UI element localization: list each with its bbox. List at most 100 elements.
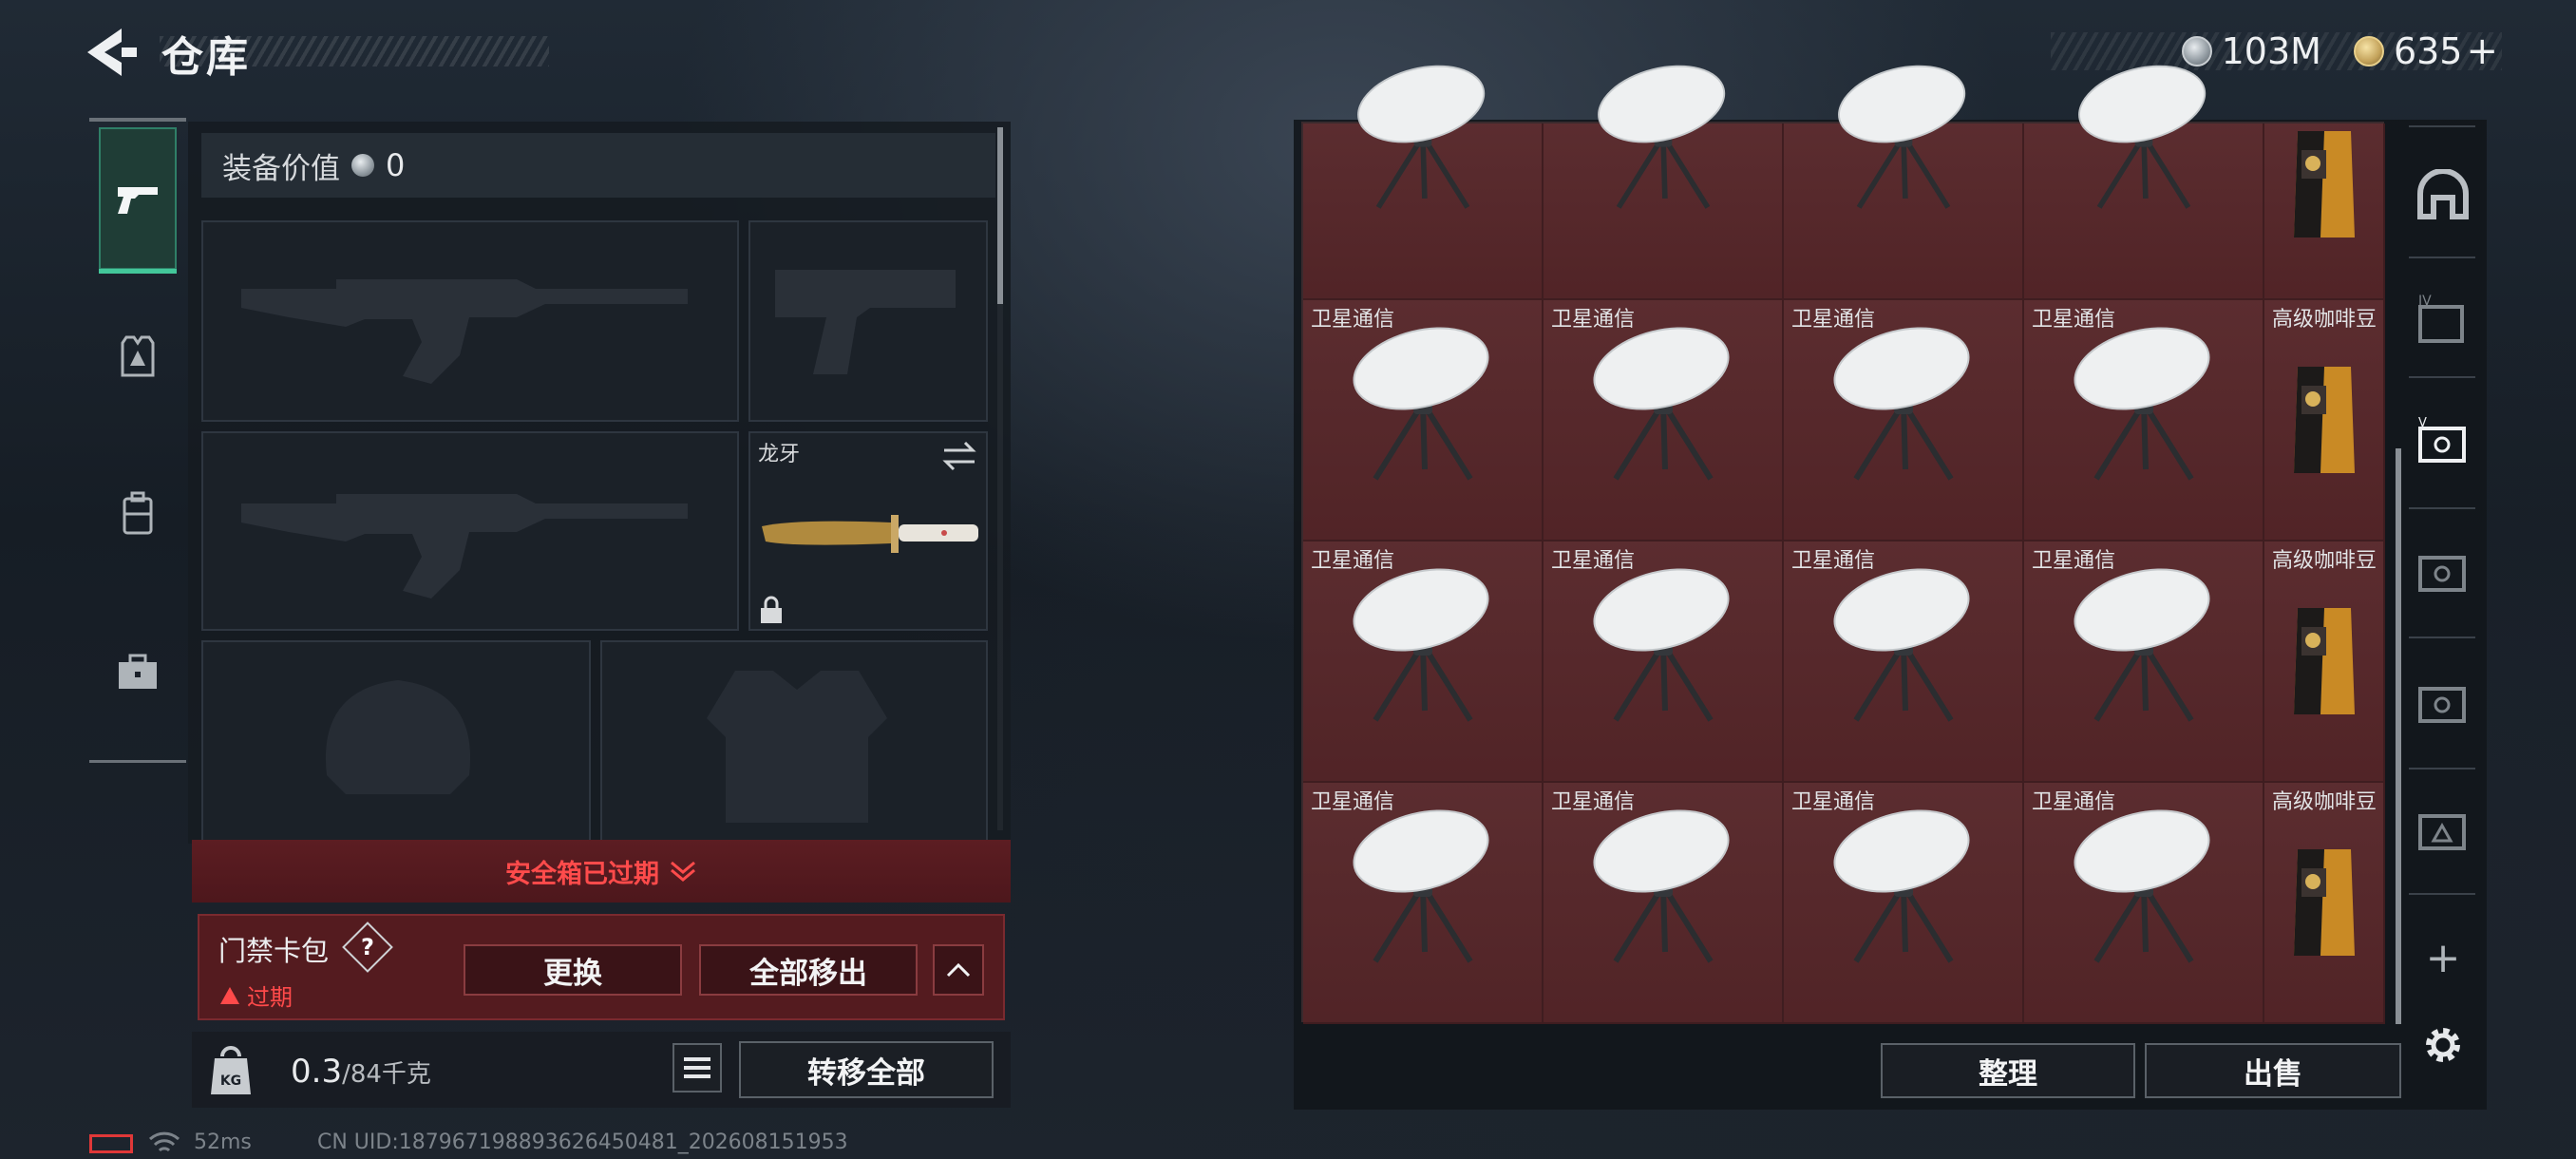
list-view-button[interactable]: [672, 1043, 722, 1092]
swap-icon[interactable]: [940, 439, 978, 473]
equipment-value-label: 装备价值: [222, 151, 340, 186]
coffee-beans-icon: [2293, 131, 2355, 238]
secondary-weapon-slot[interactable]: [201, 431, 739, 631]
satellite-item-cell[interactable]: 卫星通信: [1784, 783, 2024, 1024]
vault-icon: [2417, 169, 2469, 219]
lock-icon: [761, 596, 782, 623]
melee-item-name: 龙牙: [758, 443, 801, 466]
satellite-item-cell[interactable]: 卫星通信: [2024, 300, 2264, 542]
helmet-slot[interactable]: [201, 640, 591, 842]
wifi-icon: [148, 1131, 180, 1152]
sidearm-slot[interactable]: [748, 220, 988, 422]
collapse-button[interactable]: [933, 944, 984, 996]
coffee-item-cell[interactable]: 高级咖啡豆: [2264, 783, 2385, 1024]
satellite-item-cell[interactable]: 卫星通信: [2024, 542, 2264, 783]
page-title: 仓库: [161, 33, 251, 82]
satellite-dish-icon: [1832, 809, 1970, 963]
weight-kg-icon: KG: [211, 1046, 251, 1094]
storage-box-v-icon: [2418, 687, 2466, 723]
nav-case-tab[interactable]: [99, 600, 177, 743]
satellite-item-cell[interactable]: [1784, 65, 2024, 300]
nav-weapon-tab[interactable]: [99, 127, 177, 274]
nav-backpack-tab[interactable]: [99, 443, 177, 585]
satellite-item-cell[interactable]: 卫星通信: [1303, 783, 1544, 1024]
satellite-dish-icon: [2073, 568, 2210, 722]
replace-button[interactable]: 更换: [464, 944, 682, 996]
satellite-dish-icon: [2077, 65, 2206, 209]
add-storage-button[interactable]: +: [2415, 929, 2472, 986]
satellite-dish-icon: [1356, 65, 1485, 209]
nav-divider: [89, 760, 186, 763]
satellite-dish-icon: [2073, 809, 2210, 963]
satellite-item-cell[interactable]: [1303, 65, 1544, 300]
satellite-dish-icon: [2073, 327, 2210, 481]
sort-button[interactable]: 整理: [1881, 1043, 2135, 1098]
settings-button[interactable]: [2415, 1016, 2472, 1074]
storage-scrollbar[interactable]: [2396, 448, 2401, 1024]
coffee-beans-icon: [2293, 849, 2355, 956]
storage-iii-tab[interactable]: [2415, 802, 2472, 859]
storage-iv-tab[interactable]: IV: [2415, 291, 2472, 348]
satellite-item-cell[interactable]: [1544, 65, 1784, 300]
vest-silhouette-icon: [707, 671, 887, 823]
satellite-item-cell[interactable]: [2024, 65, 2264, 300]
primary-weapon-slot[interactable]: [201, 220, 739, 422]
storage-v-tab[interactable]: [2415, 543, 2472, 600]
melee-slot[interactable]: 龙牙: [748, 431, 988, 631]
coffee-item-cell[interactable]: [2264, 124, 2385, 300]
coffee-beans-icon: [2293, 367, 2355, 473]
storage-box-iii-icon: [2418, 814, 2466, 850]
coffee-item-cell[interactable]: 高级咖啡豆: [2264, 300, 2385, 542]
add-currency-button[interactable]: +: [2466, 29, 2498, 73]
storage-v-tab-active[interactable]: V: [2415, 414, 2472, 471]
rifle-silhouette-icon: [241, 494, 688, 598]
equipment-value: 0: [386, 147, 406, 183]
remove-all-button[interactable]: 全部移出: [699, 944, 918, 996]
svg-text:KG: KG: [220, 1074, 241, 1089]
body-armor-slot[interactable]: [600, 640, 988, 842]
storage-grid: 卫星通信 卫星通信 卫星通信 卫星通信 高级咖啡豆 卫星通信 卫星通信 卫星通信…: [1301, 65, 2385, 1024]
user-uid: CN UID:1879671988936264504​81_2026081519…: [317, 1130, 848, 1154]
svg-text:V: V: [2418, 417, 2427, 430]
knife-icon: [762, 515, 978, 553]
satellite-item-cell[interactable]: 卫星通信: [1303, 300, 1544, 542]
coffee-beans-icon: [2293, 608, 2355, 714]
expired-status: 过期: [220, 978, 293, 1012]
satellite-item-cell[interactable]: 卫星通信: [1303, 542, 1544, 783]
satellite-dish-icon: [1352, 327, 1489, 481]
satellite-item-cell[interactable]: 卫星通信: [1544, 542, 1784, 783]
satellite-item-cell[interactable]: 卫星通信: [1544, 300, 1784, 542]
satellite-dish-icon: [1597, 65, 1725, 209]
pistol-icon: [118, 187, 158, 214]
backpack-icon: [123, 491, 153, 535]
weight-capacity: /84千克: [342, 1060, 431, 1089]
current-weight: 0.3: [291, 1053, 343, 1091]
gold-currency[interactable]: 635 +: [2353, 29, 2498, 73]
briefcase-icon: [119, 654, 157, 689]
silver-amount: 103M: [2221, 30, 2321, 72]
secure-case-expired-banner[interactable]: 安全箱已过期: [192, 840, 1011, 902]
sell-button[interactable]: 出售: [2145, 1043, 2401, 1098]
secure-case-status: 安全箱已过期: [505, 859, 659, 889]
transfer-all-button[interactable]: 转移全部: [739, 1041, 994, 1098]
silver-coin-icon: [2181, 36, 2212, 66]
ping-readout: 52ms: [194, 1130, 252, 1154]
satellite-item-cell[interactable]: 卫星通信: [1544, 783, 1784, 1024]
storage-box-v-icon: [2418, 556, 2466, 592]
equipment-scroll-thumb[interactable]: [997, 127, 1003, 304]
helmet-silhouette-icon: [325, 680, 471, 794]
storage-tabs: IV V +: [2409, 124, 2485, 1074]
silver-coin-icon: [351, 154, 374, 177]
back-arrow-icon[interactable]: [84, 27, 141, 78]
satellite-item-cell[interactable]: 卫星通信: [1784, 542, 2024, 783]
satellite-item-cell[interactable]: 卫星通信: [2024, 783, 2264, 1024]
satellite-item-cell[interactable]: 卫星通信: [1784, 300, 2024, 542]
satellite-dish-icon: [1592, 809, 1730, 963]
pistol-silhouette-icon: [775, 270, 956, 374]
coffee-item-cell[interactable]: 高级咖啡豆: [2264, 542, 2385, 783]
vault-tab[interactable]: [2415, 167, 2472, 224]
satellite-dish-icon: [1837, 65, 1965, 209]
storage-v-tab-2[interactable]: [2415, 674, 2472, 732]
nav-armor-tab[interactable]: [99, 285, 177, 428]
battery-icon: [89, 1134, 133, 1153]
